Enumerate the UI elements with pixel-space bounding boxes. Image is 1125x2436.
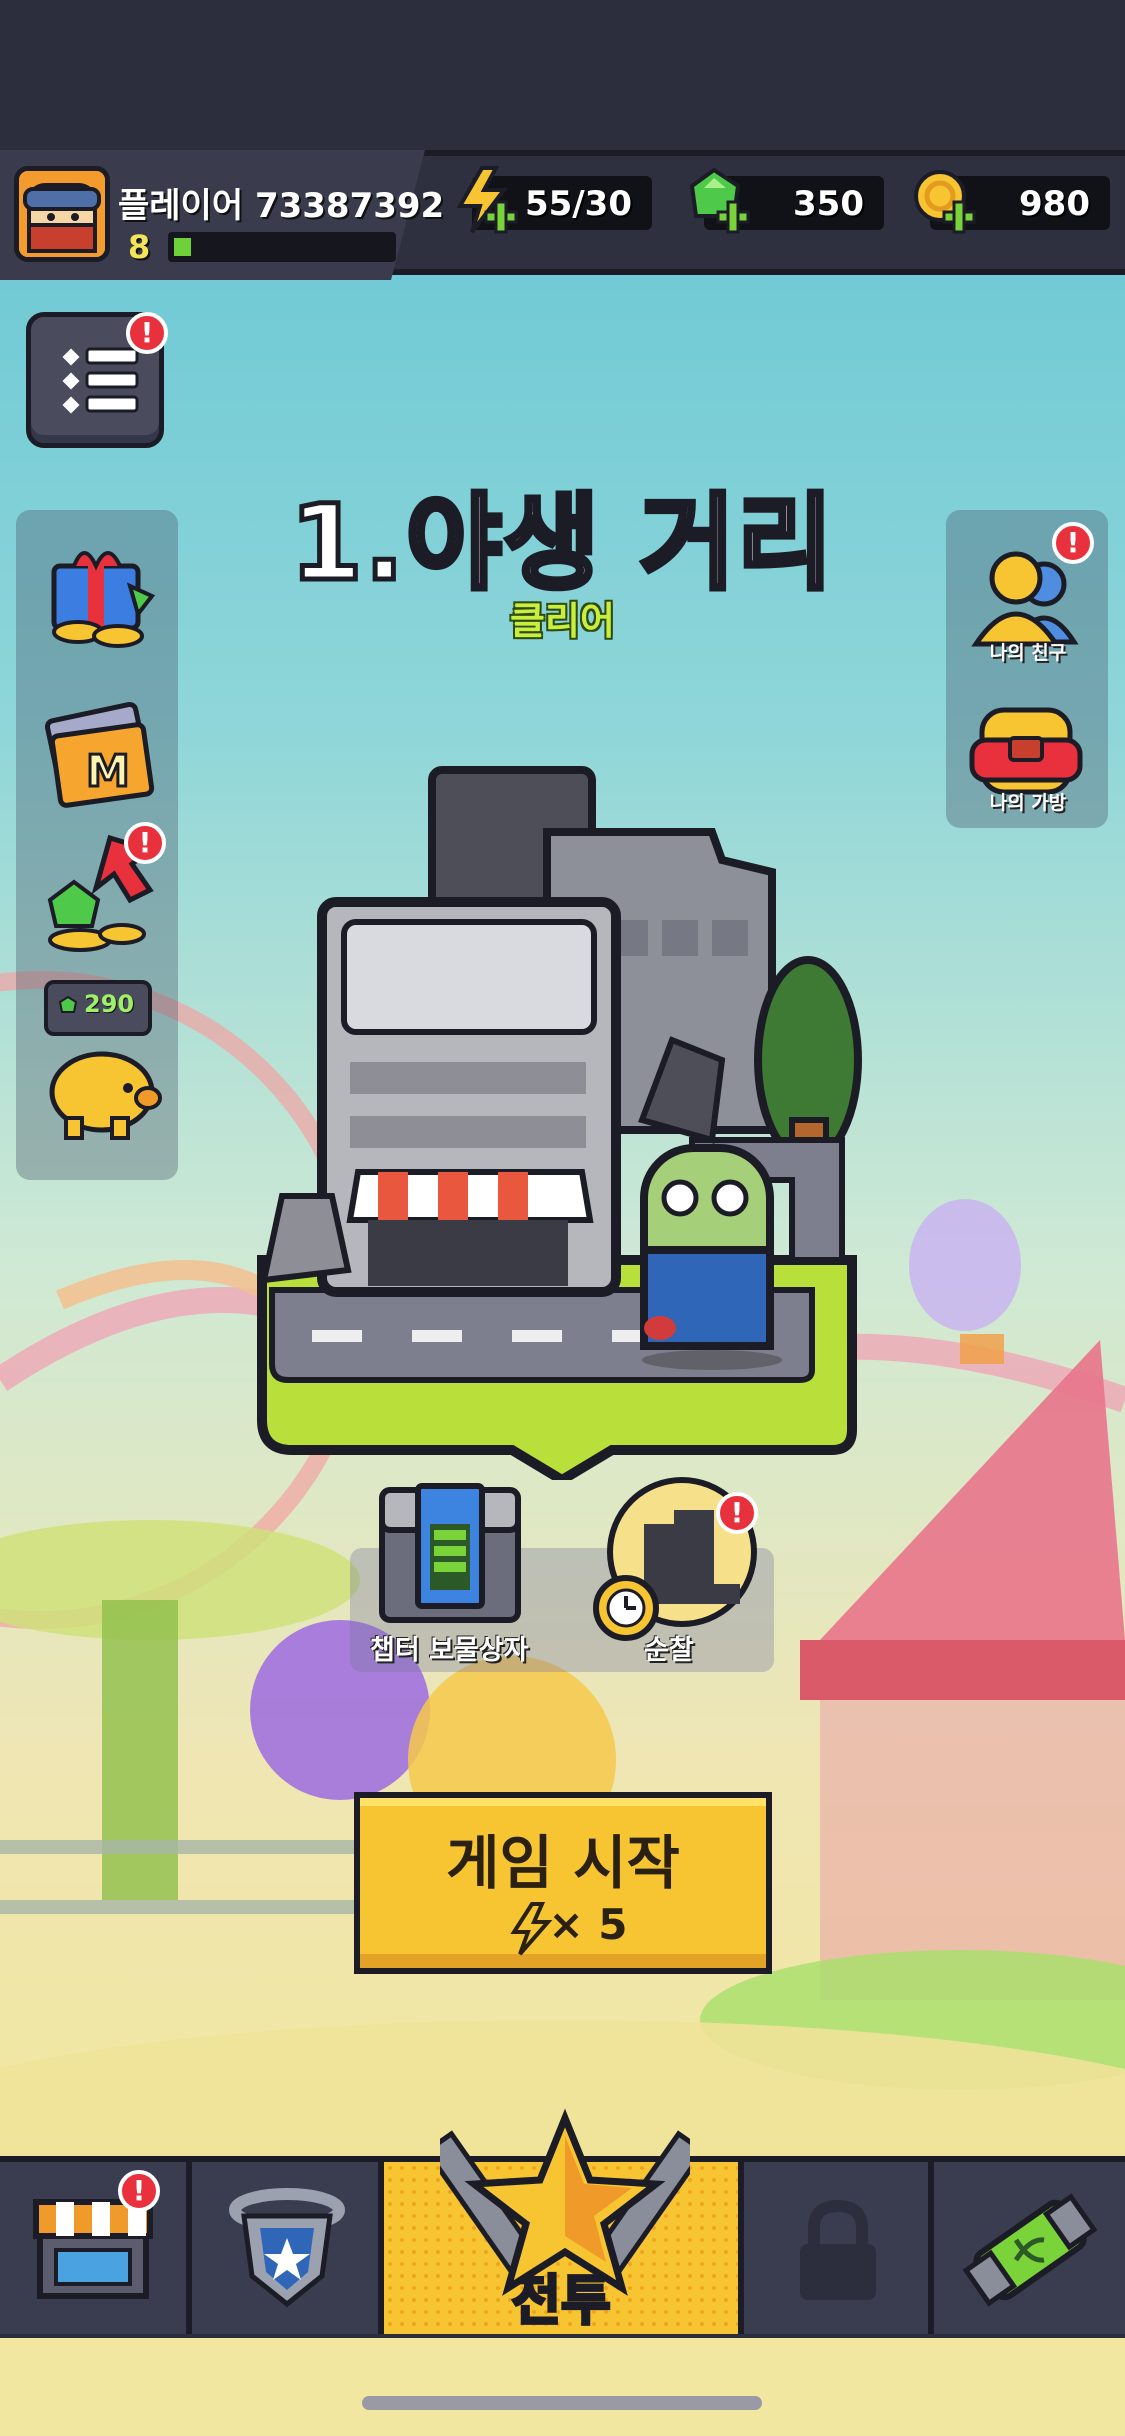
player-name: 플레이어 73387392 xyxy=(118,186,445,226)
coin-value: 980 xyxy=(1019,184,1090,224)
m-ticket-icon[interactable]: M xyxy=(34,690,162,818)
patrol-alert-badge: ! xyxy=(716,1492,758,1534)
gem-counter[interactable]: 350 xyxy=(689,167,884,234)
game-start-label: 게임 시작 xyxy=(446,1829,680,1897)
nav-tab-evolution[interactable] xyxy=(934,2162,1125,2334)
patrol-label: 순찰 xyxy=(644,1635,694,1666)
piggy-bank-icon[interactable] xyxy=(38,1022,166,1150)
gem-value: 350 xyxy=(793,184,864,224)
system-status-bar xyxy=(0,0,1125,150)
lock-icon xyxy=(800,2199,876,2300)
ninja-avatar-icon xyxy=(19,171,105,257)
home-indicator[interactable] xyxy=(362,2396,762,2410)
game-start-button[interactable]: 게임 시작 × 5 xyxy=(354,1792,772,1974)
piggy-value: 290 xyxy=(84,990,135,1018)
nav-tab-locked[interactable] xyxy=(744,2162,934,2334)
nav-tab-equipment[interactable] xyxy=(192,2162,384,2334)
shop-alert-badge: ! xyxy=(118,2170,160,2212)
stage-title: 1.야생 거리 xyxy=(288,480,836,607)
stage-illustration[interactable] xyxy=(252,760,872,1480)
stage-clear-status: 클리어 xyxy=(510,599,615,643)
svg-text:M: M xyxy=(86,746,130,797)
shield-star-icon xyxy=(229,2188,345,2308)
small-gem-icon xyxy=(58,996,78,1013)
player-avatar[interactable] xyxy=(14,166,110,262)
green-gem-plus-icon xyxy=(689,167,750,234)
nav-tab-shop[interactable] xyxy=(0,2162,192,2334)
game-scene: 플레이어 73387392 8 55/30 350 980 ! M ! 290 … xyxy=(0,0,1125,2436)
growth-alert-badge: ! xyxy=(124,822,166,864)
energy-counter[interactable]: 55/30 xyxy=(456,166,652,234)
xp-fill xyxy=(174,238,191,256)
menu-alert-badge: ! xyxy=(126,312,168,354)
energy-value: 55/30 xyxy=(524,184,632,224)
bag-label: 나의 가방 xyxy=(989,792,1067,814)
player-level: 8 xyxy=(128,228,151,266)
battle-star-icon xyxy=(440,2108,690,2296)
game-start-cost: × 5 xyxy=(548,1900,628,1949)
chapter-chest-label: 챕터 보물상자 xyxy=(370,1635,529,1666)
lightning-plus-icon xyxy=(456,166,518,234)
dna-capsule-icon xyxy=(962,2193,1098,2307)
xp-bar xyxy=(168,232,396,262)
gold-coin-plus-icon xyxy=(914,170,976,234)
coin-counter[interactable]: 980 xyxy=(914,170,1110,234)
chapter-chest-icon[interactable] xyxy=(372,1480,528,1626)
